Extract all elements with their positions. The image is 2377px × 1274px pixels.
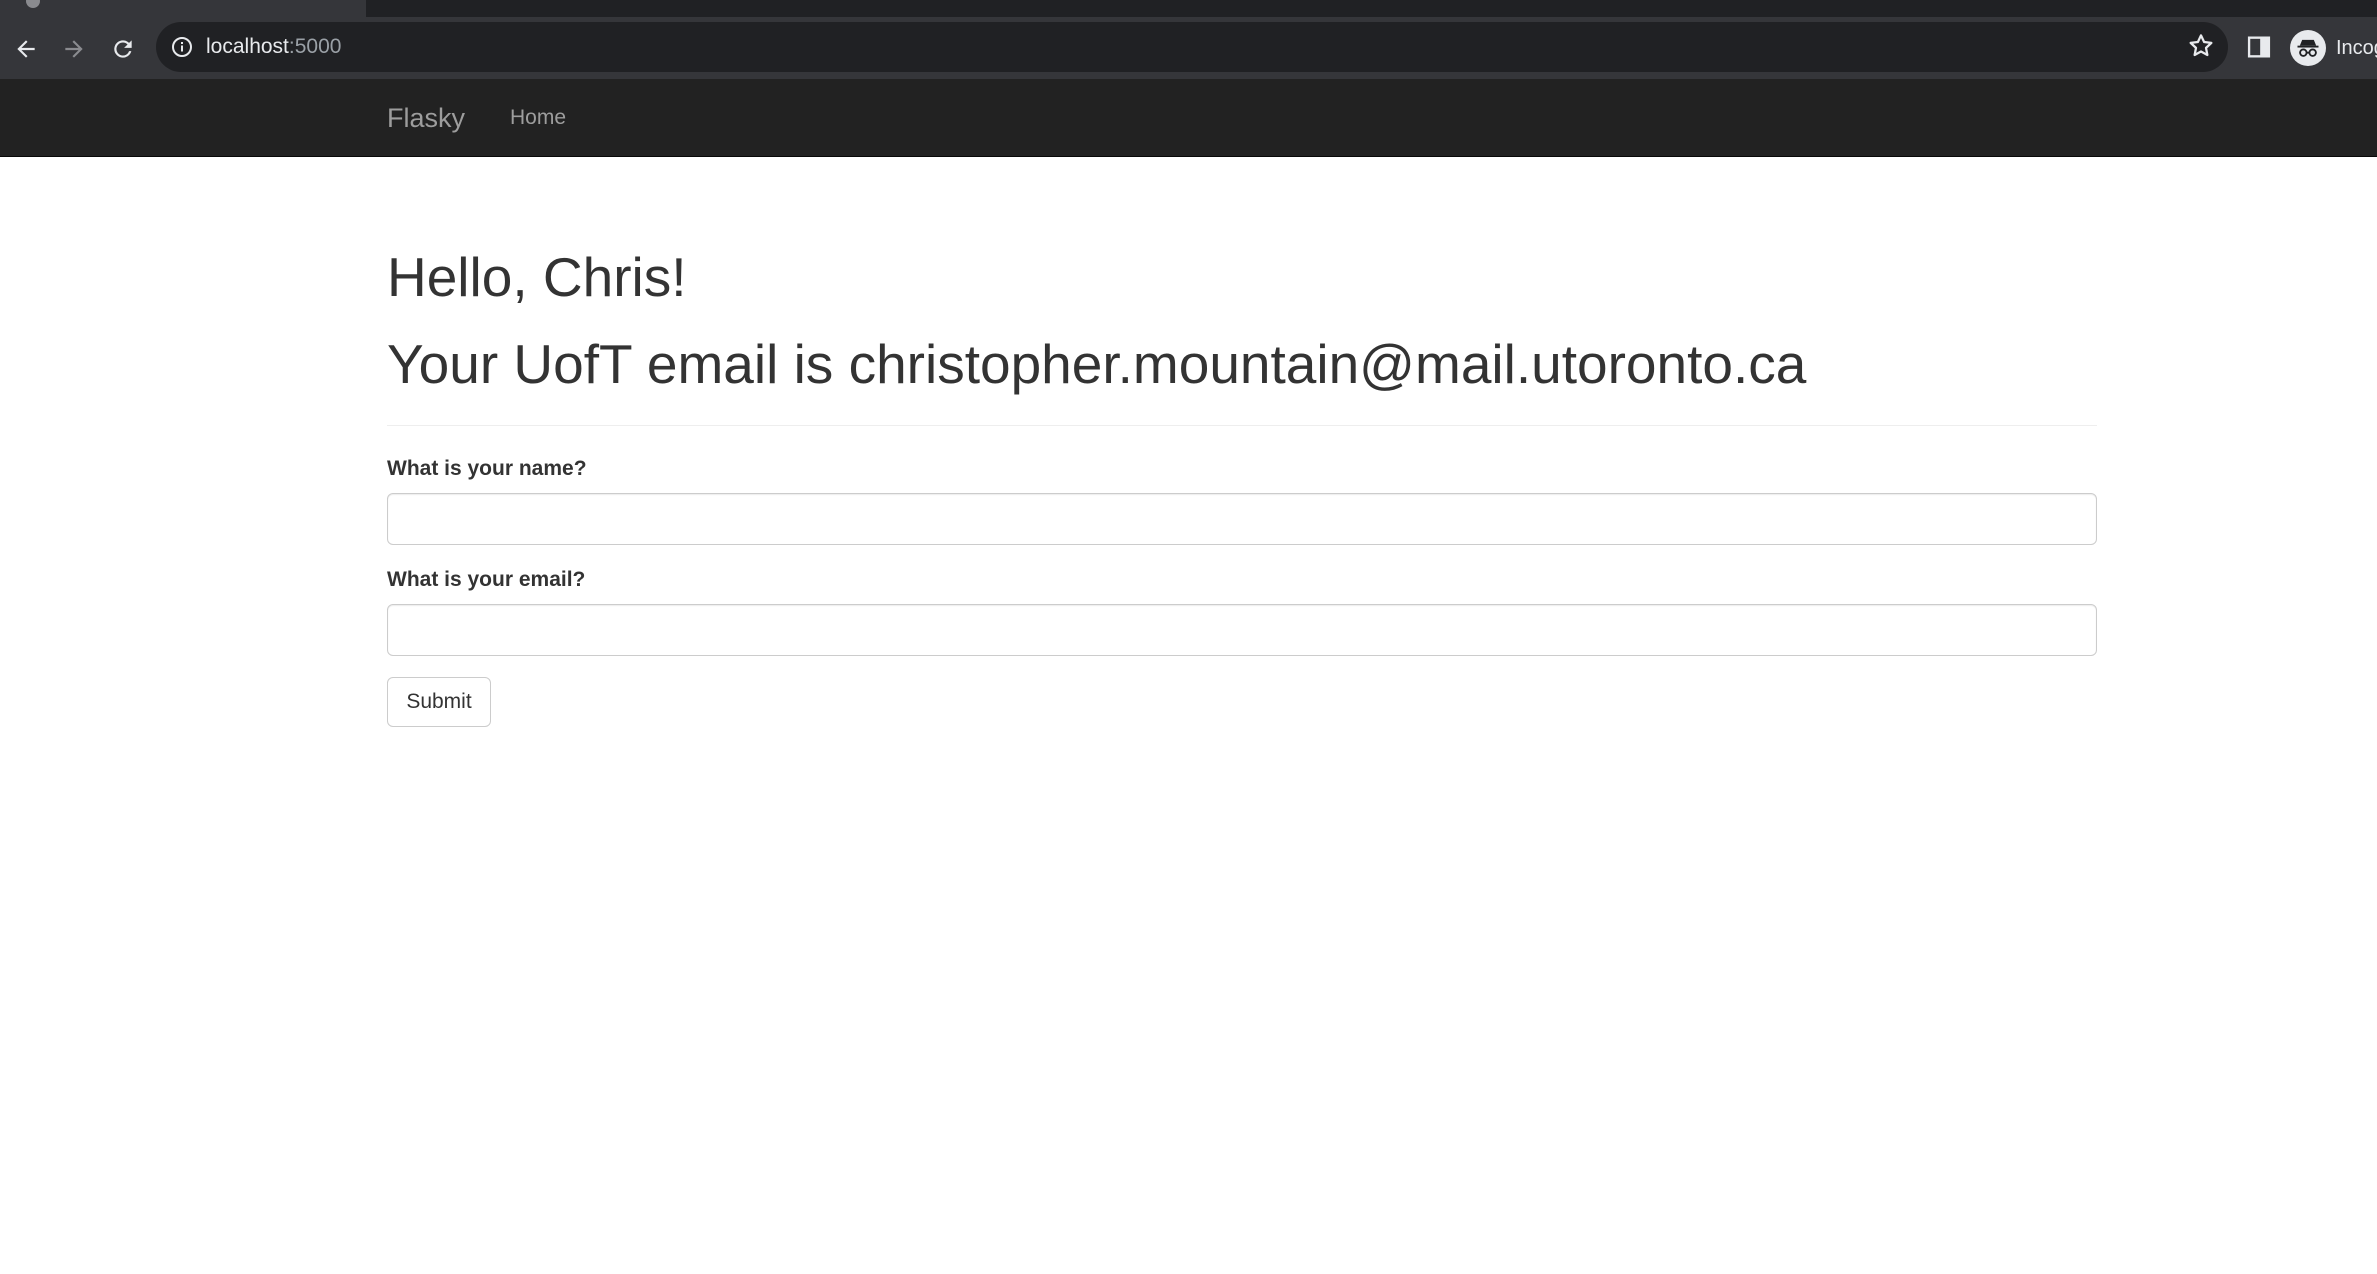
site-info-icon[interactable] bbox=[170, 35, 194, 59]
greeting-heading: Hello, Chris! bbox=[387, 246, 687, 308]
back-button[interactable] bbox=[6, 29, 46, 69]
reload-icon bbox=[114, 40, 132, 58]
address-bar[interactable]: localhost:5000 bbox=[156, 22, 2228, 72]
tab-favicon-icon bbox=[26, 0, 40, 8]
back-arrow-icon bbox=[17, 40, 35, 58]
nav-home-link[interactable]: Home bbox=[510, 79, 566, 157]
browser-tab-active[interactable] bbox=[0, 0, 366, 17]
profile-label: Incog bbox=[2336, 36, 2377, 59]
name-input[interactable] bbox=[387, 493, 2097, 545]
url-text[interactable]: localhost:5000 bbox=[206, 22, 341, 72]
site-navbar: Flasky Home bbox=[0, 79, 2377, 157]
side-panel-icon[interactable] bbox=[2245, 33, 2273, 61]
bookmark-star-icon[interactable] bbox=[2186, 31, 2216, 61]
navbar-brand-link[interactable]: Flasky bbox=[387, 79, 465, 157]
forward-arrow-icon bbox=[65, 40, 83, 58]
url-host: localhost bbox=[206, 35, 289, 58]
page-header-divider bbox=[387, 425, 2097, 426]
submit-button[interactable]: Submit bbox=[387, 677, 491, 727]
forward-button[interactable] bbox=[54, 29, 94, 69]
email-label: What is your email? bbox=[387, 568, 586, 591]
incognito-profile-button[interactable]: Incog bbox=[2290, 28, 2377, 68]
tab-strip bbox=[0, 0, 2377, 17]
incognito-icon bbox=[2290, 30, 2326, 66]
email-heading: Your UofT email is christopher.mountain@… bbox=[387, 333, 1807, 395]
name-label: What is your name? bbox=[387, 457, 587, 480]
url-port: :5000 bbox=[288, 35, 342, 58]
email-input[interactable] bbox=[387, 604, 2097, 656]
reload-button[interactable] bbox=[103, 29, 143, 69]
